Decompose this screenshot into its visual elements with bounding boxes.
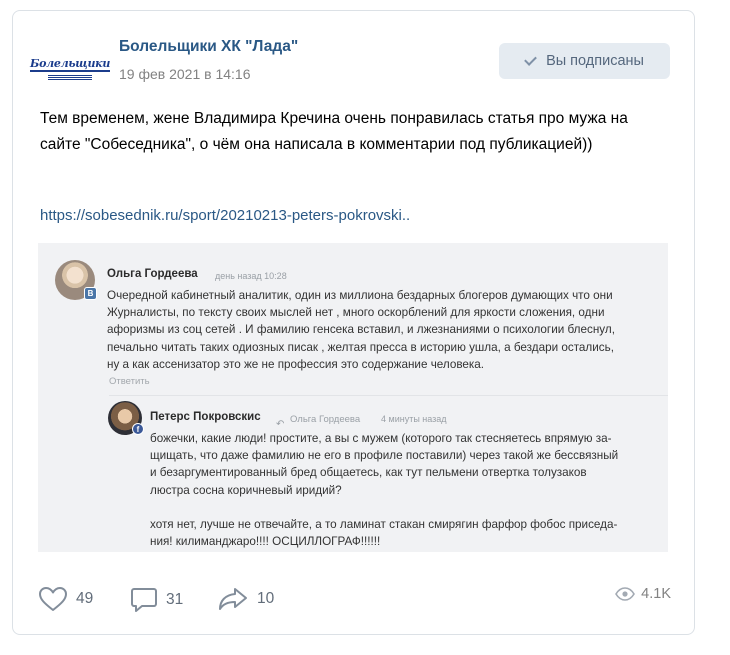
post-card: Болельщики Болельщики ХК "Лада" 19 фев 2… <box>12 10 695 635</box>
reply-to: Ольга Гордеева <box>290 414 361 425</box>
comment-line: Очередной кабинетный аналитик, один из м… <box>107 289 613 302</box>
community-avatar[interactable]: Болельщики <box>30 44 110 92</box>
subscribed-button[interactable]: Вы подписаны <box>499 43 670 79</box>
share-button[interactable]: 10 <box>217 586 274 612</box>
reply-text: божечки, какие люди! простите, а вы с му… <box>150 430 618 550</box>
share-count: 10 <box>257 590 275 607</box>
comment-author: Ольга Гордеева <box>107 268 198 280</box>
facebook-icon: f <box>132 423 144 435</box>
post-date[interactable]: 19 фев 2021 в 14:16 <box>119 66 251 82</box>
post-actions: 49 31 10 4.1K <box>13 586 696 626</box>
like-button[interactable]: 49 <box>38 586 93 612</box>
comment-text: Очередной кабинетный аналитик, один из м… <box>107 287 615 373</box>
reply-meta: 4 минуты назад <box>381 414 447 424</box>
reply-line: щищать, что даже фамилию не его в профил… <box>150 449 619 463</box>
divider <box>109 395 668 396</box>
reply-line: божечки, какие люди! простите, а вы с му… <box>150 432 612 445</box>
comment-button[interactable]: 31 <box>130 586 183 614</box>
eye-icon <box>615 587 636 601</box>
reply-blank-line <box>150 499 618 516</box>
check-icon <box>524 52 537 66</box>
comment-count: 31 <box>166 591 184 608</box>
logo-stripes <box>48 73 92 80</box>
share-arrow-icon <box>219 588 247 610</box>
post-link[interactable]: https://sobesednik.ru/sport/20210213-pet… <box>40 207 410 224</box>
comment-line: афоризмы из соц сетей . И фамилию генсек… <box>107 323 615 337</box>
heart-icon <box>39 587 67 611</box>
community-logo: Болельщики <box>30 56 111 72</box>
reply-arrow-icon: ↶ <box>276 419 285 430</box>
like-count: 49 <box>76 590 94 607</box>
comment-line: Журналисты, по тексту своих мыслей нет ,… <box>107 306 605 320</box>
views-count: 4.1K <box>641 586 671 602</box>
comment-meta: день назад 10:28 <box>215 271 287 281</box>
reply-link: Ответить <box>109 376 150 387</box>
subscribed-label: Вы подписаны <box>546 53 644 69</box>
post-text: Тем временем, жене Владимира Кречина оче… <box>40 110 628 153</box>
views-counter: 4.1K <box>615 586 671 602</box>
post-author[interactable]: Болельщики ХК "Лада" <box>119 38 298 56</box>
comment-line: ну а как ассенизатор это же не профессия… <box>107 357 485 371</box>
vk-icon: B <box>84 287 97 300</box>
reply-line: и безаргументированный бред общаетесь, к… <box>150 466 587 480</box>
reply-line: ния! килиманджаро!!!! ОСЦИЛЛОГРАФ!!!!!! <box>150 535 381 549</box>
attached-screenshot[interactable]: B Ольга Гордеева день назад 10:28 Очеред… <box>38 243 668 552</box>
reply-line: хотя нет, лучше не отвечайте, а то ламин… <box>150 518 618 531</box>
comment-bubble-icon <box>131 588 157 612</box>
comment-line: печально читать таких одиозных писак , ж… <box>107 340 614 354</box>
reply-author: Петерс Покровскис <box>150 411 261 423</box>
reply-line: люстра сосна коричневый иридий? <box>150 483 342 497</box>
